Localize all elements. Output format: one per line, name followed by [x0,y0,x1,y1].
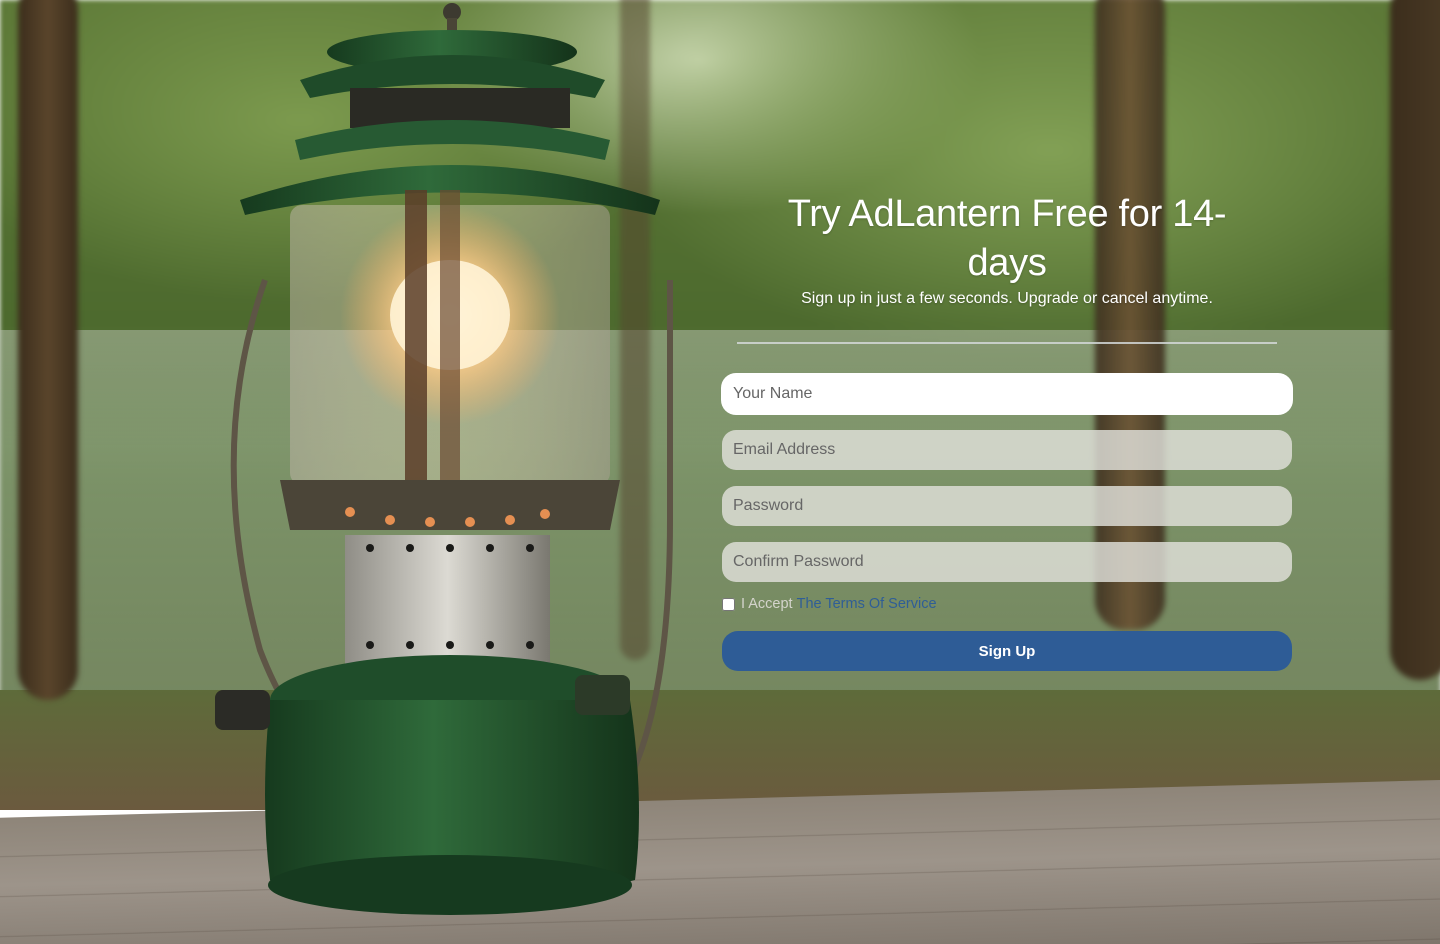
tree-trunk [1390,0,1440,680]
terms-checkbox[interactable] [722,597,735,611]
signup-form: Try AdLantern Free for 14-days Sign up i… [722,190,1292,671]
terms-label: I Accept [741,596,793,612]
name-input[interactable] [722,374,1292,414]
terms-of-service-link[interactable]: The Terms Of Service [797,596,937,612]
confirm-password-input[interactable] [722,542,1292,582]
email-input[interactable] [722,430,1292,470]
password-input[interactable] [722,486,1292,526]
terms-row: I Accept The Terms Of Service [722,594,1292,614]
lantern-illustration [200,0,680,930]
sign-up-button[interactable]: Sign Up [722,631,1292,671]
page-title: Try AdLantern Free for 14-days [787,193,1227,284]
tree-trunk [18,0,78,700]
divider [737,342,1277,344]
page-subtitle: Sign up in just a few seconds. Upgrade o… [801,290,1213,307]
